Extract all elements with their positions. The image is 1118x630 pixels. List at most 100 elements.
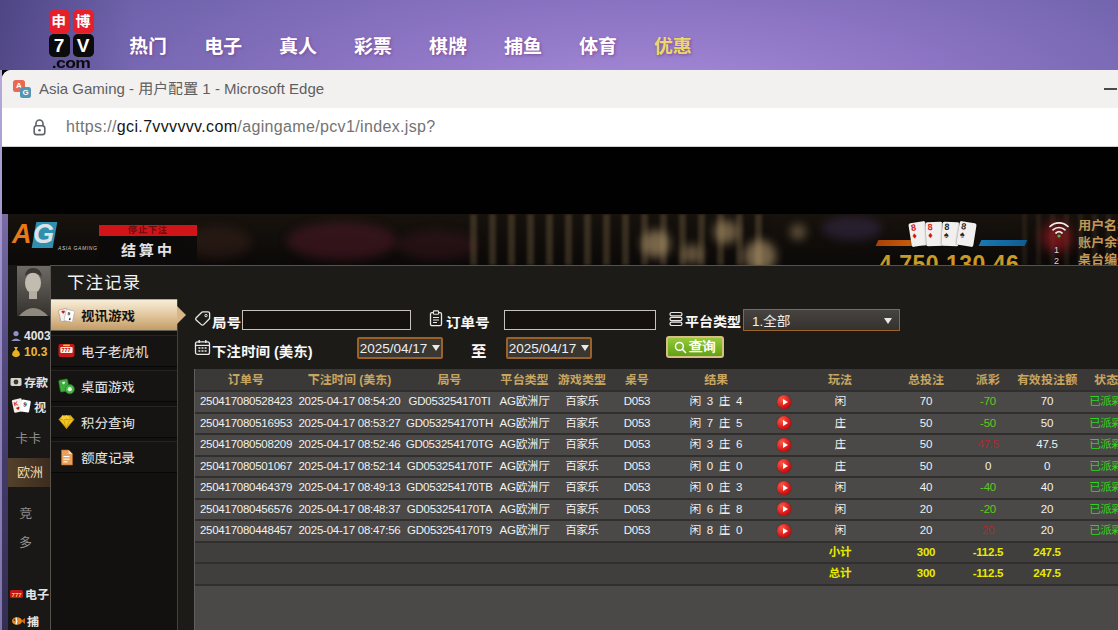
nav-item-promo[interactable]: 优惠	[643, 31, 703, 58]
cell-status: 已派彩	[1088, 500, 1118, 520]
cell-game: 百家乐	[552, 521, 612, 541]
window-titlebar[interactable]: AG Asia Gaming - 用户配置 1 - Microsoft Edge	[2, 70, 1118, 108]
cell-round: GD053254170TI	[402, 392, 497, 412]
lobby-deposit-row[interactable]: 存款	[10, 373, 48, 390]
column-header: 有效投注额	[1006, 369, 1088, 390]
cell-status: 已派彩	[1088, 478, 1118, 498]
platform-type-value: 1.全部	[752, 310, 790, 330]
nav-item-slots[interactable]: 电子	[193, 31, 253, 58]
lobby-sidebar: 4003 10.3 存款 K9 视 卡卡 欧洲 竞 多	[8, 265, 52, 630]
replay-button[interactable]	[777, 481, 791, 495]
cell-platform: AG欧洲厅	[497, 478, 552, 498]
address-bar[interactable]: https://gci.7vvvvvv.com/agingame/pcv1/in…	[2, 108, 1118, 147]
replay-button[interactable]	[777, 459, 791, 473]
table-row: 2504170805169532025-04-17 08:53:27GD0532…	[195, 414, 1118, 436]
lobby-video-row[interactable]: K9 视	[10, 396, 46, 416]
cell-total: 70	[882, 392, 970, 412]
platform-type-label: 平台类型	[685, 311, 741, 331]
lobby-slots-label: 电子	[25, 585, 49, 602]
cell-play: 闲	[798, 392, 882, 412]
nav-item-poker[interactable]: 棋牌	[418, 31, 478, 58]
column-header	[770, 369, 798, 390]
points-query-icon	[57, 412, 77, 431]
deposit-icon	[10, 376, 22, 388]
settling-label: 结算中	[99, 236, 197, 265]
cell-round: GD053254170TB	[402, 478, 497, 498]
column-header: 玩法	[798, 369, 882, 390]
cell-game: 百家乐	[552, 500, 612, 520]
cell-game: 百家乐	[552, 414, 612, 434]
order-number-input[interactable]	[504, 310, 656, 330]
url-text[interactable]: https://gci.7vvvvvv.com/agingame/pcv1/in…	[66, 108, 436, 146]
cell-payout: -50	[970, 414, 1006, 434]
sidebar-item-points-query[interactable]: 积分查询	[51, 406, 177, 438]
table-row: 2504170804484572025-04-17 08:47:56GD0532…	[195, 521, 1118, 543]
lobby-item-fishing[interactable]: 捕	[10, 612, 39, 629]
platform-type-select[interactable]: 1.全部	[743, 309, 900, 331]
sidebar-item-credit-records[interactable]: 额度记录	[51, 441, 177, 473]
minimize-button[interactable]	[1104, 88, 1117, 90]
summary-payout: -112.5	[970, 564, 1006, 584]
sidebar-item-slot-machines[interactable]: 777 电子老虎机	[51, 335, 177, 367]
nav-item-sports[interactable]: 体育	[568, 31, 628, 58]
lock-icon[interactable]	[31, 117, 48, 142]
cell-time: 2025-04-17 08:49:13	[297, 478, 402, 498]
table-header-row: 订单号下注时间 (美东)局号平台类型游戏类型桌号结果玩法总投注派彩有效投注额状态	[195, 369, 1118, 392]
player-bar	[979, 240, 1028, 246]
cell-payout: 0	[970, 457, 1006, 477]
replay-button[interactable]	[777, 416, 791, 430]
summary-row: 小计300-112.5247.5	[195, 543, 1118, 565]
cell-order: 250417080528423	[195, 392, 297, 412]
replay-button[interactable]	[777, 438, 791, 452]
cell-round: GD053254170TF	[402, 457, 497, 477]
cell-status: 已派彩	[1088, 414, 1118, 434]
play-icon	[783, 485, 788, 491]
cell-result: 闲 6 庄 8	[662, 500, 770, 520]
seat-numbers: 12	[1054, 245, 1059, 265]
summary-valid: 247.5	[1006, 543, 1088, 563]
cell-valid: 0	[1006, 457, 1088, 477]
play-icon	[783, 506, 788, 512]
summary-payout: -112.5	[970, 543, 1006, 563]
column-header: 平台类型	[497, 369, 552, 390]
nav-item-live[interactable]: 真人	[268, 31, 328, 58]
logo-char-shen: 申	[49, 10, 70, 33]
replay-button[interactable]	[777, 524, 791, 538]
search-button[interactable]: 查询	[666, 336, 724, 358]
lobby-item-kaka[interactable]: 卡卡	[15, 428, 41, 447]
nav-item-lottery[interactable]: 彩票	[343, 31, 403, 58]
cell-valid: 20	[1006, 500, 1088, 520]
cell-payout: 20	[970, 521, 1006, 541]
date-to-value: 2025/04/17	[509, 341, 577, 356]
cell-result: 闲 3 庄 4	[662, 392, 770, 412]
lobby-item-europe[interactable]: 欧洲	[8, 458, 52, 487]
cell-round: GD053254170TH	[402, 414, 497, 434]
replay-button[interactable]	[777, 502, 791, 516]
sidebar-item-table-games[interactable]: 桌面游戏	[51, 370, 177, 402]
nav-item-fishing[interactable]: 捕鱼	[493, 31, 553, 58]
nav-item-hot[interactable]: 热门	[118, 31, 178, 58]
summary-total: 300	[882, 564, 970, 584]
lobby-item-slots[interactable]: 777 电子	[10, 585, 49, 602]
replay-button[interactable]	[777, 395, 791, 409]
cell-order: 250417080448457	[195, 521, 297, 541]
cell-valid: 40	[1006, 478, 1088, 498]
sidebar-item-video-games[interactable]: 9 视讯游戏	[51, 299, 177, 331]
date-from-value: 2025/04/17	[360, 341, 428, 356]
lobby-item-duo[interactable]: 多	[19, 532, 32, 551]
cell-status: 已派彩	[1088, 435, 1118, 455]
play-icon	[783, 528, 788, 534]
date-from-picker[interactable]: 2025/04/17	[357, 337, 443, 359]
lobby-item-jing[interactable]: 竞	[19, 503, 32, 522]
play-icon	[783, 442, 788, 448]
bet-time-label: 下注时间 (美东)	[212, 340, 313, 361]
records-table: 订单号下注时间 (美东)局号平台类型游戏类型桌号结果玩法总投注派彩有效投注额状态…	[194, 369, 1118, 630]
summary-valid: 247.5	[1006, 564, 1088, 584]
site-logo[interactable]: 申博 7V .com	[48, 10, 94, 71]
round-number-input[interactable]	[242, 310, 411, 330]
date-to-picker[interactable]: 2025/04/17	[506, 337, 592, 359]
cell-platform: AG欧洲厅	[497, 457, 552, 477]
user-info-panel: 用户名称账户余额桌台编号	[1078, 217, 1118, 265]
site-banner: 申博 7V .com 热门电子真人彩票棋牌捕鱼体育优惠	[0, 0, 1118, 70]
search-button-label: 查询	[689, 338, 716, 356]
